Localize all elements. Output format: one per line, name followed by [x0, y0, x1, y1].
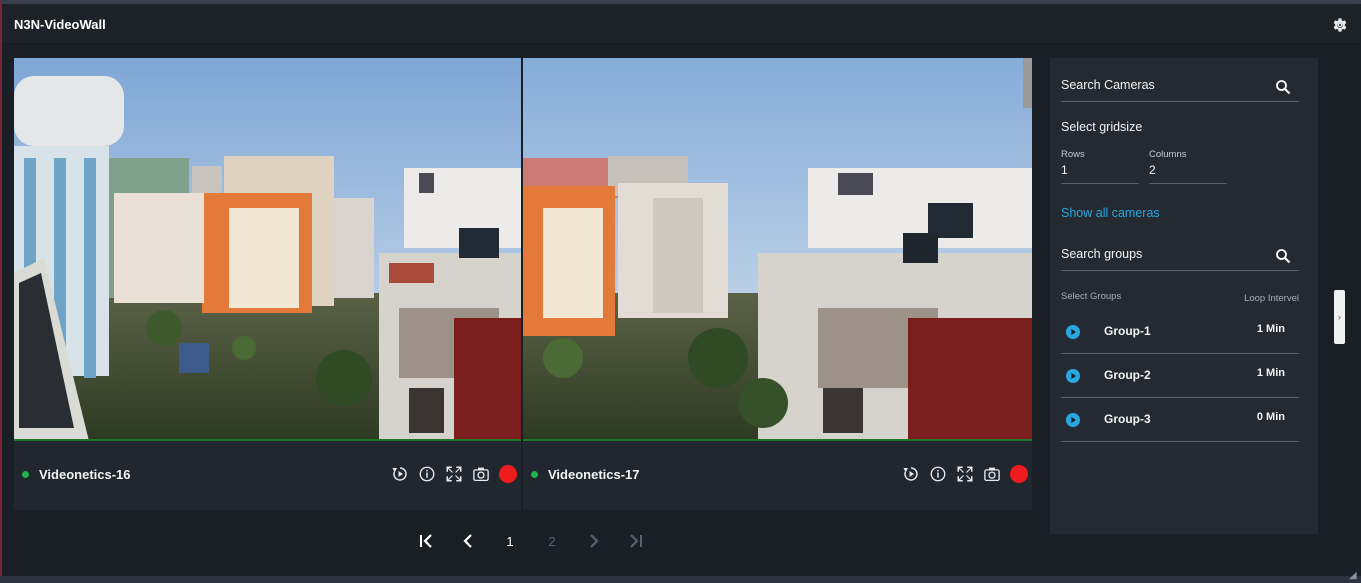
resize-grip-icon[interactable]: ◢	[1349, 571, 1359, 581]
camera-name: Videonetics-16	[39, 467, 131, 482]
record-icon[interactable]	[1010, 465, 1028, 483]
group-row[interactable]: Group-3 0 Min	[1061, 398, 1299, 442]
select-gridsize-heading: Select gridsize	[1061, 120, 1143, 134]
online-status-dot	[22, 471, 29, 478]
prev-page-button[interactable]	[456, 529, 480, 553]
group-interval: 1 Min	[1256, 367, 1285, 379]
camera-feed[interactable]	[14, 58, 521, 441]
camera-tile: Videonetics-17	[523, 58, 1032, 510]
group-name: Group-2	[1104, 368, 1151, 382]
search-icon[interactable]	[1275, 79, 1291, 95]
camera-name: Videonetics-17	[548, 467, 640, 482]
gear-icon[interactable]	[1331, 16, 1349, 34]
camera-toolbar: Videonetics-16	[14, 441, 521, 510]
rows-label: Rows	[1061, 149, 1085, 160]
first-page-icon	[420, 534, 432, 548]
last-page-icon	[630, 534, 642, 548]
group-row[interactable]: Group-1 1 Min	[1061, 310, 1299, 354]
record-icon[interactable]	[499, 465, 517, 483]
play-icon[interactable]	[1066, 325, 1080, 339]
main-area: Videonetics-16 Videonetics-17 1 2 Search…	[2, 44, 1359, 576]
info-icon[interactable]	[418, 465, 436, 483]
search-cameras-input[interactable]: Search Cameras	[1061, 78, 1299, 102]
info-icon[interactable]	[929, 465, 947, 483]
playback-icon[interactable]	[902, 465, 920, 483]
camera-controls	[382, 464, 517, 484]
search-groups-label: Search groups	[1061, 247, 1143, 261]
chevron-right-icon: ›	[1338, 312, 1341, 322]
columns-input[interactable]: 2	[1149, 160, 1227, 184]
page-2[interactable]: 2	[540, 529, 564, 553]
select-groups-label: Select Groups	[1061, 291, 1122, 302]
next-page-button[interactable]	[582, 529, 606, 553]
playback-icon[interactable]	[391, 465, 409, 483]
play-icon[interactable]	[1066, 369, 1080, 383]
camera-feed[interactable]	[523, 58, 1032, 441]
title-bar: N3N-VideoWall	[2, 4, 1359, 44]
camera-tile: Videonetics-16	[14, 58, 521, 510]
show-all-cameras-link[interactable]: Show all cameras	[1061, 206, 1160, 220]
group-interval: 1 Min	[1256, 323, 1285, 335]
camera-toolbar: Videonetics-17	[523, 441, 1032, 510]
columns-label: Columns	[1149, 149, 1187, 160]
fullscreen-icon[interactable]	[956, 465, 974, 483]
app-title: N3N-VideoWall	[14, 17, 106, 32]
page-1[interactable]: 1	[498, 529, 522, 553]
chevron-right-icon	[590, 534, 599, 548]
online-status-dot	[531, 471, 538, 478]
first-page-button[interactable]	[414, 529, 438, 553]
camera-controls	[893, 464, 1028, 484]
pagination: 1 2	[412, 529, 652, 553]
last-page-button[interactable]	[624, 529, 648, 553]
loop-interval-label: Loop Intervel	[1244, 293, 1299, 304]
search-icon[interactable]	[1275, 248, 1291, 264]
panel-collapse-handle[interactable]: ›	[1334, 290, 1345, 344]
group-row[interactable]: Group-2 1 Min	[1061, 354, 1299, 398]
control-panel: Search Cameras Select gridsize Rows 1 Co…	[1050, 58, 1318, 534]
fullscreen-icon[interactable]	[445, 465, 463, 483]
group-interval: 0 Min	[1256, 411, 1285, 423]
camera-icon[interactable]	[472, 465, 490, 483]
group-name: Group-1	[1104, 324, 1151, 338]
search-cameras-label: Search Cameras	[1061, 78, 1155, 92]
rows-input[interactable]: 1	[1061, 160, 1139, 184]
search-groups-input[interactable]: Search groups	[1061, 247, 1299, 271]
status-strip	[0, 576, 1361, 583]
group-name: Group-3	[1104, 412, 1151, 426]
chevron-left-icon	[463, 534, 472, 548]
camera-icon[interactable]	[983, 465, 1001, 483]
play-icon[interactable]	[1066, 413, 1080, 427]
